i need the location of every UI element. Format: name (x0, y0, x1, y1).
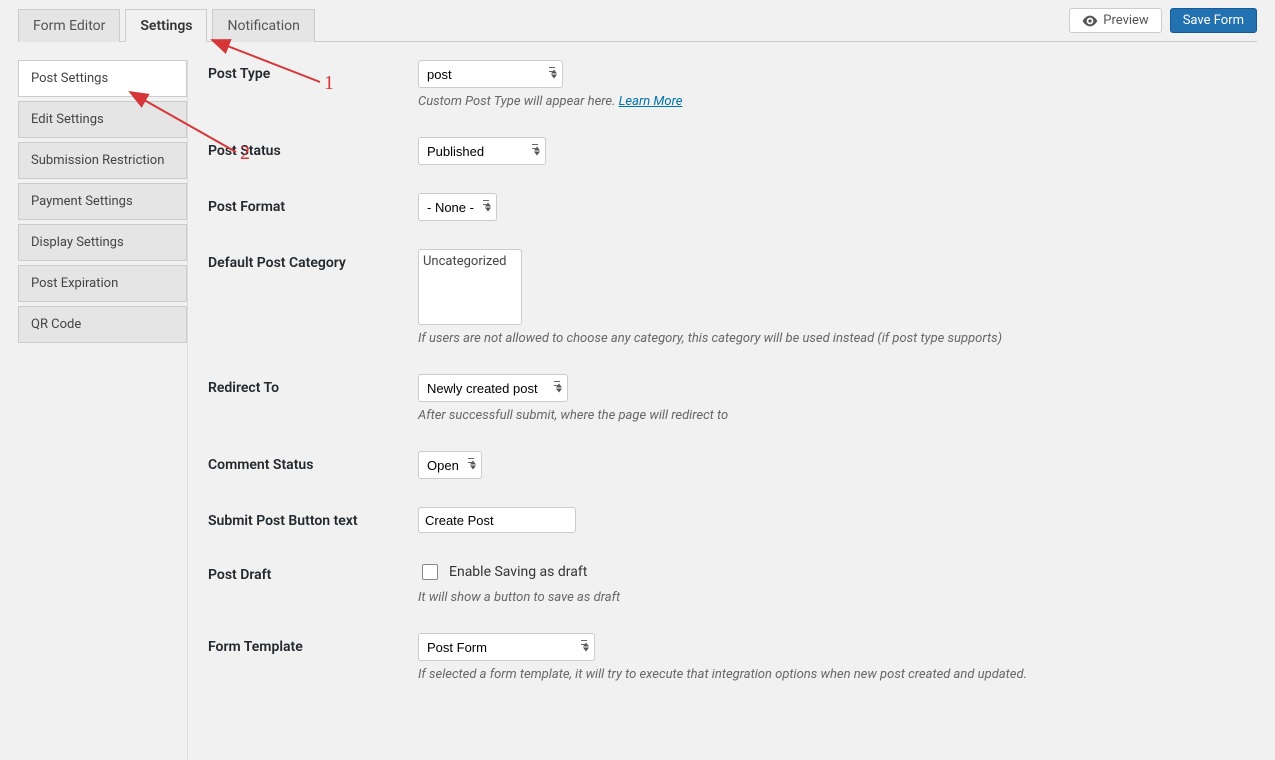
default-category-listbox[interactable]: Uncategorized (418, 249, 522, 325)
sidebar-item-qr-code[interactable]: QR Code (18, 306, 187, 343)
enable-draft-checkbox[interactable] (422, 564, 438, 580)
label-post-format: Post Format (208, 193, 418, 215)
label-comment-status: Comment Status (208, 451, 418, 473)
settings-sidebar: Post Settings Edit Settings Submission R… (18, 60, 188, 760)
tab-form-editor[interactable]: Form Editor (18, 9, 120, 42)
label-post-draft: Post Draft (208, 561, 418, 583)
settings-content: Post Type post Custom Post Type will app… (188, 60, 1257, 760)
sidebar-item-submission-restriction[interactable]: Submission Restriction (18, 142, 187, 179)
label-post-status: Post Status (208, 137, 418, 159)
category-option-uncategorized[interactable]: Uncategorized (421, 252, 519, 271)
post-type-select[interactable]: post (418, 60, 563, 88)
form-template-select[interactable]: Post Form (418, 633, 595, 661)
redirect-to-helper: After successfull submit, where the page… (418, 408, 1257, 423)
save-form-button[interactable]: Save Form (1170, 8, 1257, 33)
post-type-helper: Custom Post Type will appear here. Learn… (418, 94, 1257, 109)
label-default-category: Default Post Category (208, 249, 418, 271)
sidebar-item-display-settings[interactable]: Display Settings (18, 224, 187, 261)
label-submit-button-text: Submit Post Button text (208, 507, 418, 529)
enable-draft-checkbox-wrap[interactable]: Enable Saving as draft (418, 561, 587, 583)
preview-label: Preview (1103, 13, 1148, 28)
post-draft-helper: It will show a button to save as draft (418, 590, 1257, 605)
top-tab-bar: Form Editor Settings Notification Previe… (18, 8, 1257, 42)
sidebar-item-post-settings[interactable]: Post Settings (18, 60, 187, 97)
label-redirect-to: Redirect To (208, 374, 418, 396)
eye-icon (1082, 15, 1098, 27)
label-form-template: Form Template (208, 633, 418, 655)
post-format-select[interactable]: - None - (418, 193, 497, 221)
default-category-helper: If users are not allowed to choose any c… (418, 331, 1257, 346)
enable-draft-label: Enable Saving as draft (449, 564, 587, 580)
label-post-type: Post Type (208, 60, 418, 82)
sidebar-item-payment-settings[interactable]: Payment Settings (18, 183, 187, 220)
sidebar-item-post-expiration[interactable]: Post Expiration (18, 265, 187, 302)
form-template-helper: If selected a form template, it will try… (418, 667, 1257, 682)
preview-button[interactable]: Preview (1069, 8, 1161, 33)
redirect-to-select[interactable]: Newly created post (418, 374, 568, 402)
learn-more-link[interactable]: Learn More (619, 94, 683, 109)
post-status-select[interactable]: Published (418, 137, 546, 165)
comment-status-select[interactable]: Open (418, 451, 482, 479)
sidebar-item-edit-settings[interactable]: Edit Settings (18, 101, 187, 138)
submit-button-text-input[interactable] (418, 507, 576, 533)
tab-notification[interactable]: Notification (212, 9, 314, 42)
tab-settings[interactable]: Settings (125, 9, 207, 42)
